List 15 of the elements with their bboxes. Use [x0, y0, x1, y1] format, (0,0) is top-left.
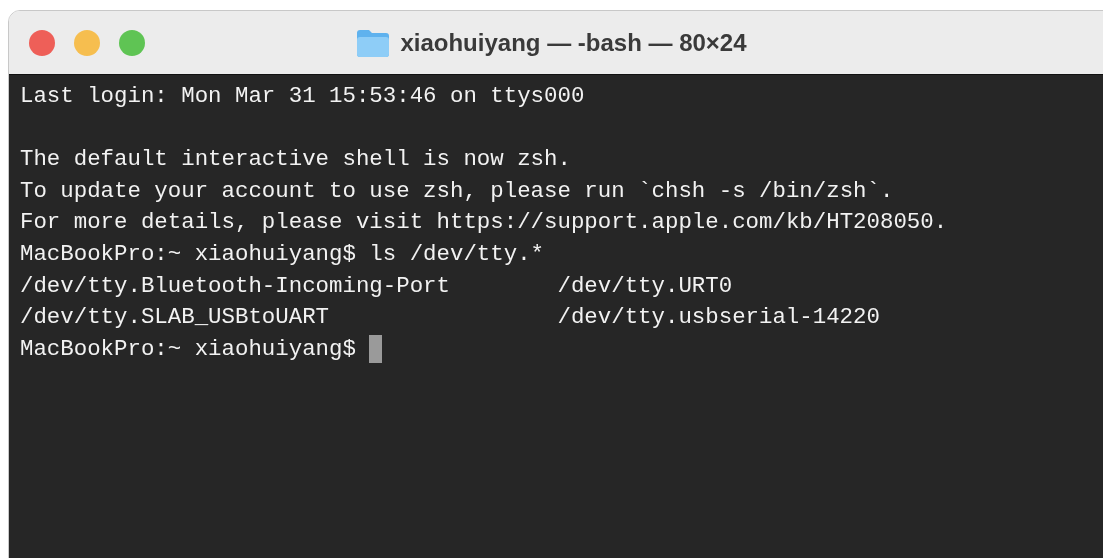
- terminal-line: For more details, please visit https://support.apple.com/kb/HT208050.: [20, 209, 948, 236]
- folder-icon: [356, 28, 391, 57]
- terminal-line: Last login: Mon Mar 31 15:53:46 on ttys000: [20, 83, 585, 109]
- terminal-line: MacBookPro:~ xiaohuiyang$ ls /dev/tty.*: [20, 240, 545, 267]
- shell-prompt: MacBookPro:~ xiaohuiyang$: [20, 335, 356, 362]
- close-button[interactable]: [29, 29, 55, 56]
- device-path: /dev/tty.Bluetooth-Incoming-Port: [20, 271, 451, 301]
- terminal-line: The default interactive shell is now zsh.: [20, 146, 571, 173]
- device-path: /dev/tty.usbserial-14220: [557, 304, 880, 331]
- window-title: xiaohuiyang — -bash — 80×24: [400, 27, 747, 58]
- zoom-button[interactable]: [119, 29, 145, 56]
- minimize-button[interactable]: [74, 29, 100, 56]
- terminal-line: To update your account to use zsh, please run `chsh -s /bin/zsh`.: [20, 177, 894, 204]
- device-path: /dev/tty.URT0: [557, 272, 733, 299]
- device-path: /dev/tty.SLAB_USBtoUART: [20, 303, 331, 333]
